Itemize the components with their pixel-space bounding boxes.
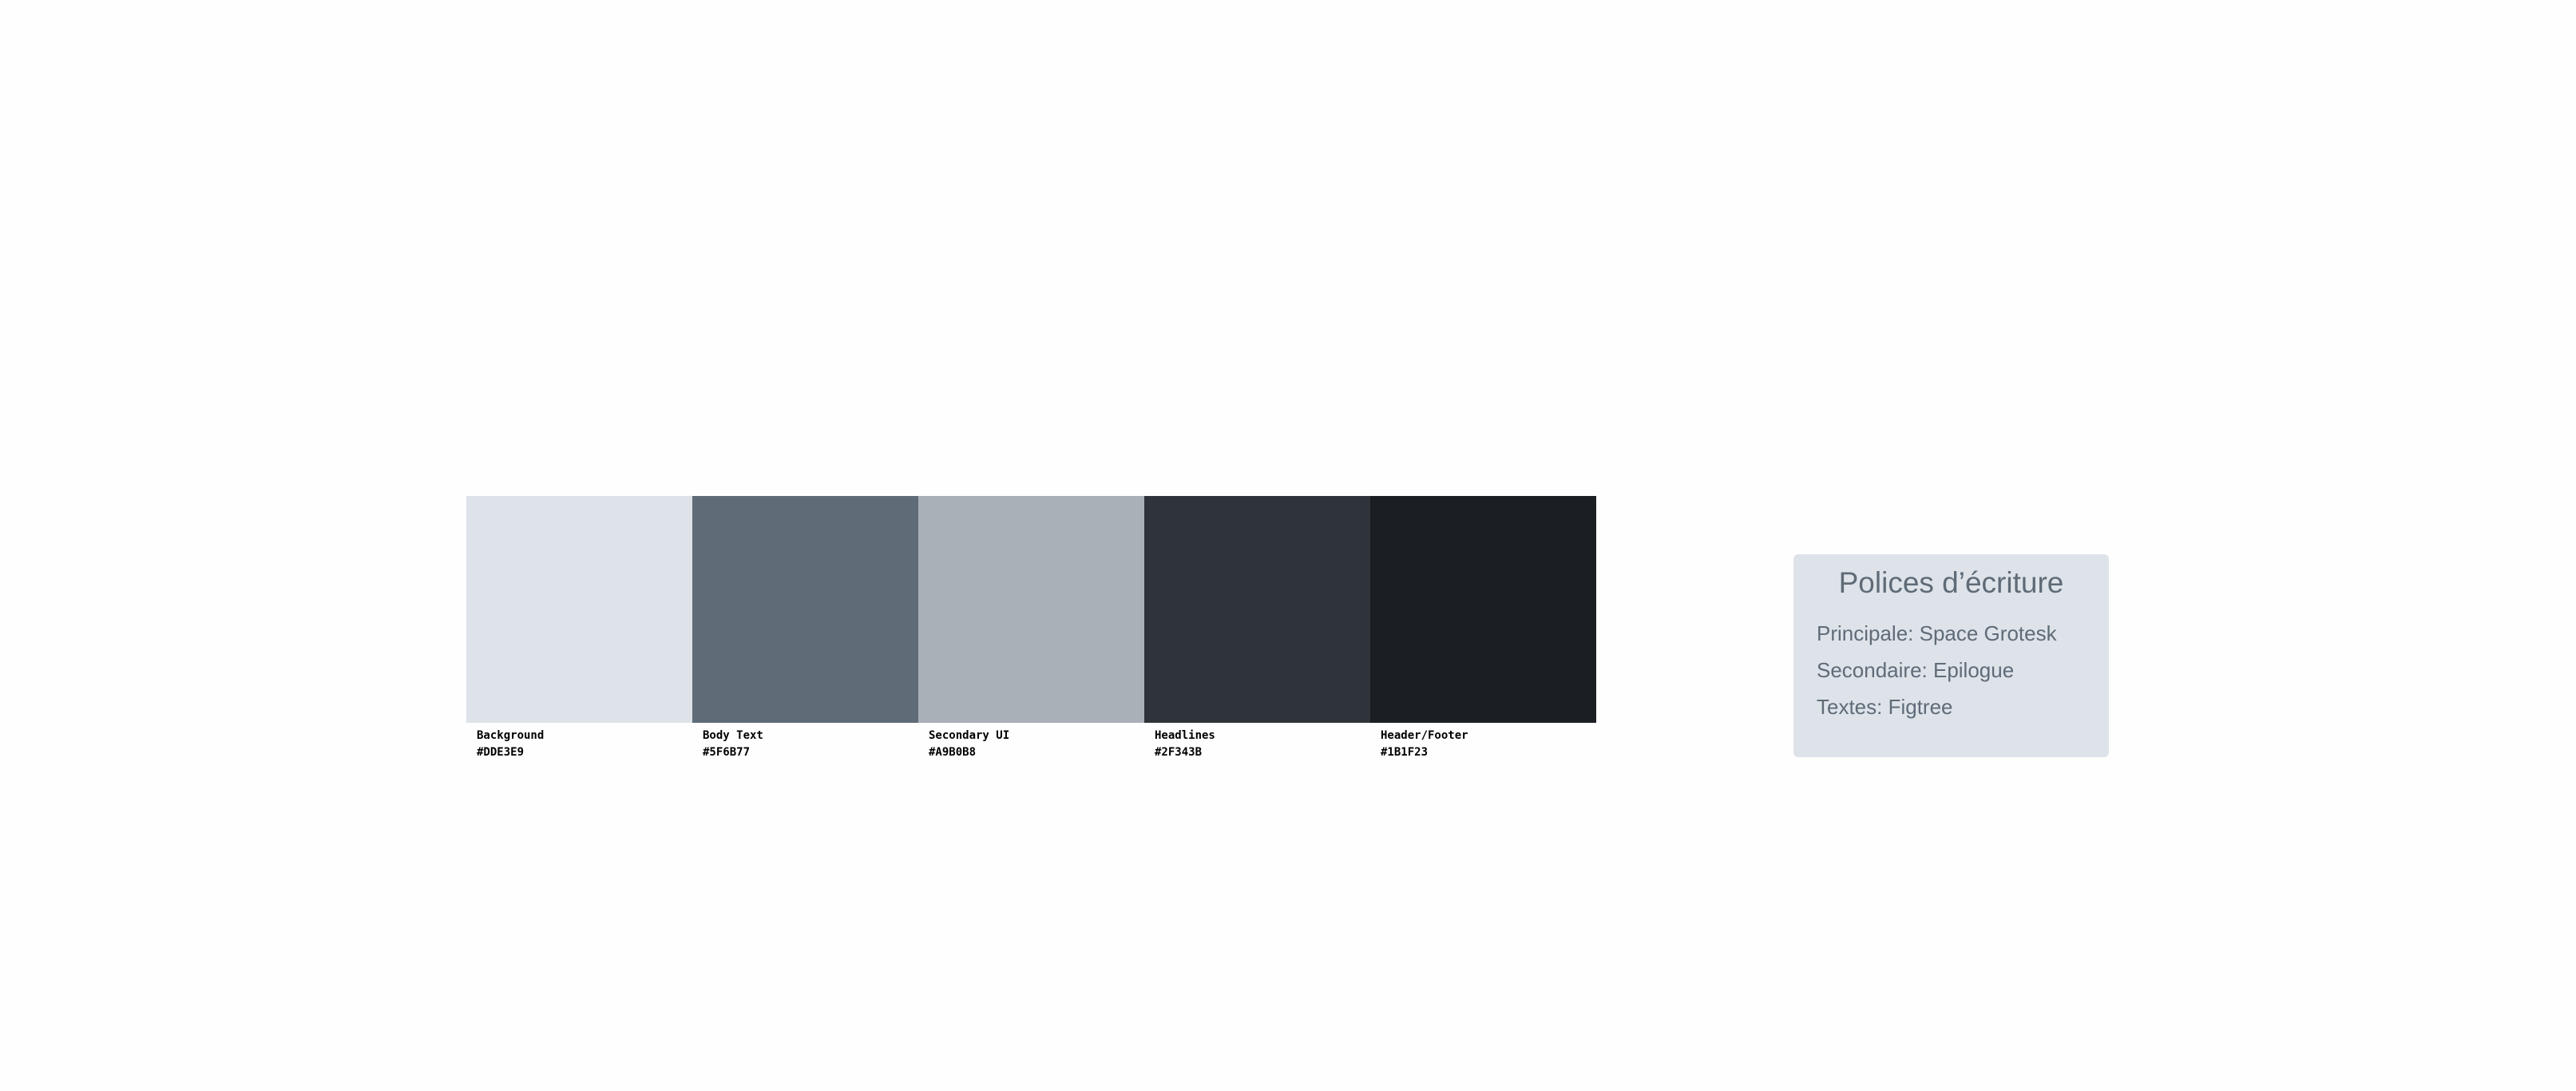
swatch-name: Secondary UI bbox=[929, 729, 1010, 742]
swatch-body-text: Body Text #5F6B77 bbox=[692, 496, 918, 761]
swatch-header-footer: Header/Footer #1B1F23 bbox=[1370, 496, 1596, 761]
color-block bbox=[1370, 496, 1596, 723]
swatch-hex: #5F6B77 bbox=[703, 746, 751, 759]
fonts-card: Polices d’écriture Principale: Space Gro… bbox=[1793, 554, 2109, 757]
color-block bbox=[1144, 496, 1370, 723]
swatch-name: Background bbox=[477, 729, 545, 742]
font-secondary: Secondaire: Epilogue bbox=[1817, 658, 2015, 682]
swatch-name: Headlines bbox=[1155, 729, 1215, 742]
swatch-hex: #1B1F23 bbox=[1381, 746, 1429, 759]
swatch-name: Body Text bbox=[703, 729, 763, 742]
color-block bbox=[466, 496, 692, 723]
color-block bbox=[692, 496, 918, 723]
swatch-hex: #A9B0B8 bbox=[929, 746, 977, 759]
swatch-secondary-ui: Secondary UI #A9B0B8 bbox=[918, 496, 1144, 761]
swatch-hex: #DDE3E9 bbox=[477, 746, 525, 759]
fonts-card-title: Polices d’écriture bbox=[1838, 566, 2064, 599]
font-text: Textes: Figtree bbox=[1817, 695, 1953, 719]
swatch-name: Header/Footer bbox=[1381, 729, 1468, 742]
swatch-headlines: Headlines #2F343B bbox=[1144, 496, 1370, 761]
swatch-background: Background #DDE3E9 bbox=[466, 496, 692, 761]
swatch-hex: #2F343B bbox=[1155, 746, 1203, 759]
color-palette: Background #DDE3E9 Body Text #5F6B77 Sec… bbox=[466, 496, 1596, 761]
color-block bbox=[918, 496, 1144, 723]
font-primary: Principale: Space Grotesk bbox=[1817, 621, 2057, 645]
